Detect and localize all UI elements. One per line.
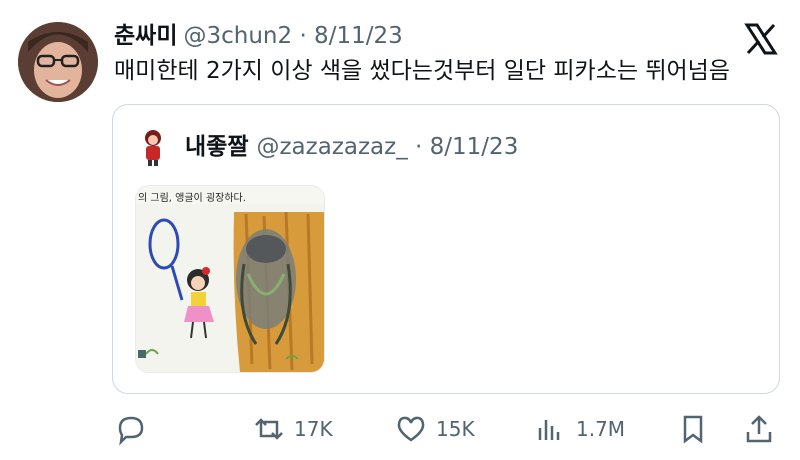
x-logo-icon	[744, 22, 778, 56]
retweet-icon	[252, 412, 286, 446]
quoted-tweet-card[interactable]: 내좋짤 @zazazazaz_ · 8/11/23 의 그림, 앵글이 굉장하다.	[112, 104, 780, 394]
tweet-action-bar: 17K 15K 1.7M	[0, 404, 800, 454]
author-avatar[interactable]	[18, 22, 98, 102]
retweet-button[interactable]: 17K	[252, 412, 333, 446]
bookmark-icon	[676, 412, 710, 446]
like-button[interactable]: 15K	[394, 412, 475, 446]
tweet-text: 매미한테 2가지 이상 색을 썼다는것부터 일단 피카소는 뛰어넘음	[114, 58, 730, 84]
like-icon	[394, 412, 428, 446]
tweet-header: 춘싸미 @3chun2 · 8/11/23	[114, 20, 403, 52]
share-icon	[742, 412, 776, 446]
quoted-author-avatar[interactable]	[135, 127, 171, 167]
reply-icon	[114, 412, 148, 446]
child-drawing-illustration	[136, 204, 324, 372]
quoted-tweet-header: 내좋짤 @zazazazaz_ · 8/11/23	[185, 131, 518, 163]
quoted-author-name[interactable]: 내좋짤	[185, 134, 248, 160]
reply-button[interactable]	[114, 412, 148, 446]
views-icon	[534, 412, 568, 446]
image-caption: 의 그림, 앵글이 굉장하다.	[138, 193, 246, 204]
quoted-author-handle-date[interactable]: @zazazazaz_ · 8/11/23	[256, 134, 518, 160]
like-count: 15K	[436, 417, 475, 441]
share-button[interactable]	[742, 412, 776, 446]
author-name[interactable]: 춘싸미	[114, 23, 177, 49]
bookmark-button[interactable]	[676, 412, 710, 446]
author-handle-date[interactable]: @3chun2 · 8/11/23	[183, 23, 402, 49]
views-button[interactable]: 1.7M	[534, 412, 625, 446]
retweet-count: 17K	[294, 417, 333, 441]
views-count: 1.7M	[576, 417, 626, 441]
quoted-tweet-image[interactable]: 의 그림, 앵글이 굉장하다.	[135, 185, 325, 373]
